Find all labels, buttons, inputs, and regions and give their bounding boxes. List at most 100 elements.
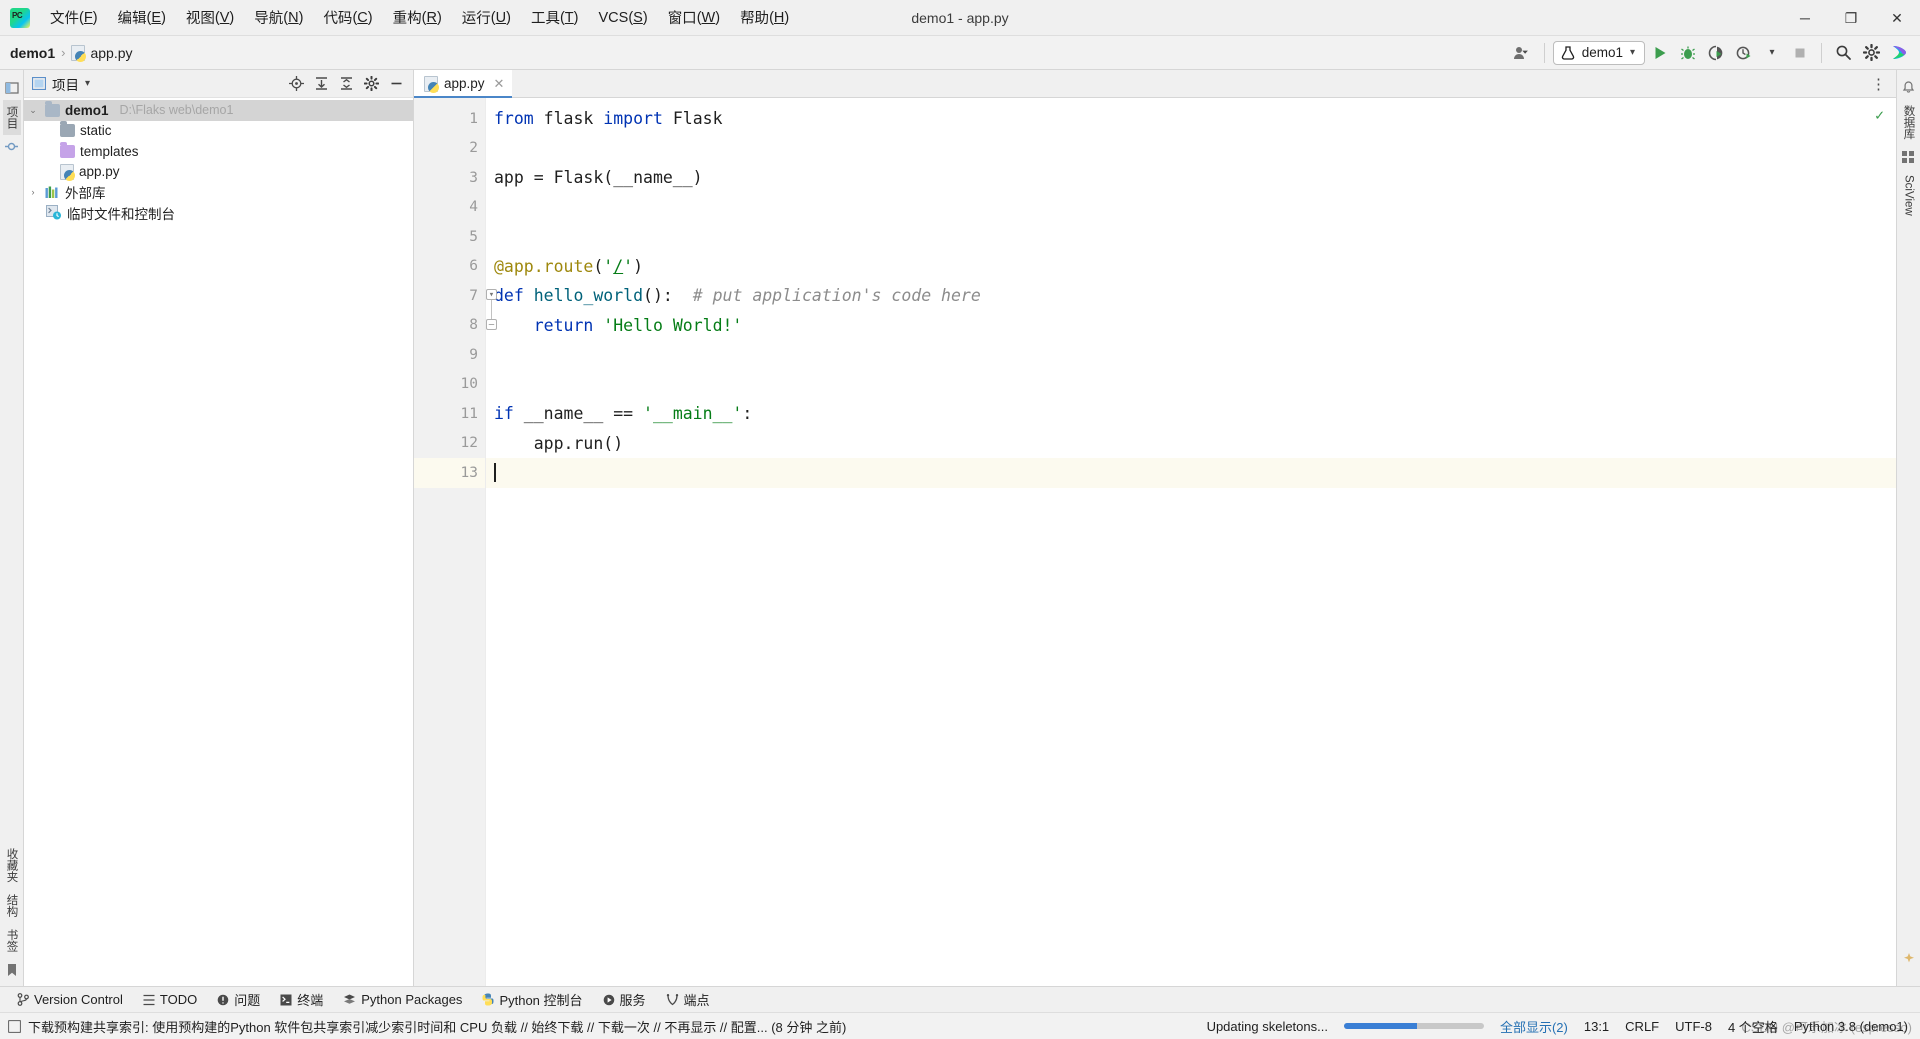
sidebar-item-bookmarks[interactable]: 书签 — [3, 923, 21, 958]
fold-end-icon[interactable]: – — [486, 319, 497, 330]
breadcrumb-file[interactable]: app.py — [71, 44, 133, 62]
menu-item-file[interactable]: 文件(F) — [40, 0, 108, 35]
toolbar-separator — [1543, 42, 1545, 63]
run-configuration-selector[interactable]: demo1 ▾ — [1552, 40, 1645, 65]
grid-icon[interactable] — [1902, 150, 1915, 164]
show-all-link[interactable]: 全部显示(2) — [1500, 1017, 1568, 1036]
token-decorator: @app.route — [494, 256, 594, 276]
stop-icon[interactable] — [1787, 40, 1813, 66]
tool-window-label: 端点 — [683, 993, 710, 1008]
library-icon — [45, 186, 58, 198]
tool-window-label: 服务 — [619, 993, 646, 1008]
sidebar-item-database[interactable]: 数据库 — [1900, 99, 1918, 146]
tool-window-services[interactable]: 服务 — [594, 989, 655, 1011]
caret-position[interactable]: 13:1 — [1584, 1019, 1609, 1034]
chevron-down-icon[interactable]: ▾ — [85, 78, 90, 89]
tree-node-demo1[interactable]: ⌄ demo1 D:\Flaks web\demo1 — [24, 100, 413, 121]
code-content[interactable]: ▾ – from flask import Flask app = Flask(… — [486, 98, 1896, 986]
settings-icon[interactable] — [1858, 40, 1884, 66]
editor-tab-app-py[interactable]: app.py ✕ — [414, 70, 513, 98]
line-separator[interactable]: CRLF — [1625, 1019, 1659, 1034]
project-panel-toggle-icon[interactable] — [4, 81, 19, 95]
menu-item-refactor[interactable]: 重构(R) — [383, 0, 452, 35]
minimize-button[interactable]: ─ — [1782, 0, 1828, 36]
expand-all-icon[interactable] — [310, 73, 332, 95]
notifications-icon[interactable] — [1902, 81, 1915, 94]
token-string: ' — [603, 256, 614, 276]
progress-label: Updating skeletons... — [1206, 1018, 1328, 1034]
settings-icon[interactable] — [360, 73, 382, 95]
menu-item-window[interactable]: 窗口(W) — [658, 0, 730, 35]
tool-window-problems[interactable]: 问题 — [208, 989, 269, 1011]
tool-window-terminal[interactable]: 终端 — [271, 989, 332, 1011]
close-button[interactable]: ✕ — [1874, 0, 1920, 36]
indent-setting[interactable]: 4 个空格 — [1728, 1017, 1778, 1036]
commit-icon[interactable] — [5, 140, 18, 153]
menu-item-tools[interactable]: 工具(T) — [521, 0, 589, 35]
code-editor[interactable]: 1 2 3 4 5 6 7 8 9 10 11 ▶ 12 13 — [414, 98, 1896, 986]
chevron-down-icon[interactable]: ⌄ — [26, 105, 40, 116]
line-number-gutter[interactable]: 1 2 3 4 5 6 7 8 9 10 11 ▶ 12 13 — [414, 98, 501, 986]
line-number: 1 — [469, 110, 478, 127]
tree-node-scratches[interactable]: 临时文件和控制台 — [24, 203, 413, 224]
main-toolbar: demo1 ▾ ▾ — [1510, 40, 1920, 66]
tool-window-python-packages[interactable]: Python Packages — [334, 989, 471, 1011]
pycharm-window: 文件(F) 编辑(E) 视图(V) 导航(N) 代码(C) 重构(R) 运行(U… — [0, 0, 1920, 1039]
sidebar-item-project[interactable]: 项目 — [2, 100, 21, 135]
token-plain: ( — [593, 256, 604, 276]
tree-node-external-libraries[interactable]: › 外部库 — [24, 182, 413, 203]
tree-node-app-py[interactable]: app.py — [24, 162, 413, 183]
user-icon[interactable] — [1510, 40, 1536, 66]
sidebar-item-sciview[interactable]: SciView — [1902, 169, 1916, 222]
locate-icon[interactable] — [285, 73, 307, 95]
project-panel-actions — [285, 73, 407, 95]
chevron-right-icon[interactable]: › — [26, 187, 40, 197]
tool-window-version-control[interactable]: Version Control — [8, 989, 132, 1011]
run-coverage-icon[interactable] — [1703, 40, 1729, 66]
folder-icon — [60, 121, 75, 138]
code-line-12: app.run() — [486, 429, 1896, 459]
fold-collapse-icon[interactable]: ▾ — [486, 289, 497, 300]
tool-window-endpoints[interactable]: 端点 — [657, 989, 719, 1011]
sidebar-item-misc[interactable] — [1908, 970, 1910, 982]
run-icon[interactable] — [1647, 40, 1673, 66]
code-line-11: if __name__ == '__main__': — [486, 399, 1896, 429]
menu-item-vcs[interactable]: VCS(S) — [589, 0, 658, 35]
token-plain: app.run() — [494, 433, 624, 453]
tool-window-todo[interactable]: TODO — [134, 989, 206, 1011]
search-icon[interactable] — [1830, 40, 1856, 66]
menu-item-help[interactable]: 帮助(H) — [730, 0, 799, 35]
notification-icon[interactable] — [8, 1019, 21, 1033]
hide-panel-icon[interactable] — [385, 73, 407, 95]
sidebar-item-structure[interactable]: 结构 — [3, 888, 21, 923]
tool-window-python-console[interactable]: Python 控制台 — [473, 989, 591, 1011]
menu-item-view[interactable]: 视图(V) — [176, 0, 244, 35]
menu-item-edit[interactable]: 编辑(E) — [108, 0, 176, 35]
token-route-link[interactable]: / — [613, 257, 623, 276]
status-message[interactable]: 下载预构建共享索引: 使用预构建的Python 软件包共享索引减少索引时间和 C… — [28, 1017, 846, 1036]
sidebar-item-favorites[interactable]: 收藏夹 — [3, 842, 21, 889]
menu-item-code[interactable]: 代码(C) — [313, 0, 382, 35]
bookmark-icon[interactable] — [6, 963, 18, 977]
collapse-all-icon[interactable] — [335, 73, 357, 95]
debug-icon[interactable] — [1675, 40, 1701, 66]
file-encoding[interactable]: UTF-8 — [1675, 1019, 1712, 1034]
chevron-down-icon[interactable]: ▾ — [1759, 40, 1785, 66]
tree-node-static[interactable]: static — [24, 121, 413, 142]
line-number: 5 — [469, 228, 478, 245]
inspection-status-icon[interactable]: ✓ — [1875, 106, 1884, 124]
ai-sparkle-icon[interactable] — [1903, 953, 1915, 965]
breadcrumb-project[interactable]: demo1 — [10, 45, 55, 61]
token-keyword: if — [494, 404, 514, 424]
tree-node-templates[interactable]: templates — [24, 141, 413, 162]
code-line-6: @app.route(' / ') — [486, 252, 1896, 282]
menu-item-navigate[interactable]: 导航(N) — [244, 0, 313, 35]
more-options-icon[interactable]: ⋮ — [1871, 75, 1886, 93]
menu-item-run[interactable]: 运行(U) — [452, 0, 521, 35]
python-interpreter[interactable]: Python 3.8 (demo1) — [1794, 1019, 1908, 1034]
ai-assistant-icon[interactable] — [1886, 40, 1912, 66]
maximize-button[interactable]: ❐ — [1828, 0, 1874, 36]
close-icon[interactable]: ✕ — [494, 76, 505, 92]
profile-icon[interactable] — [1731, 40, 1757, 66]
